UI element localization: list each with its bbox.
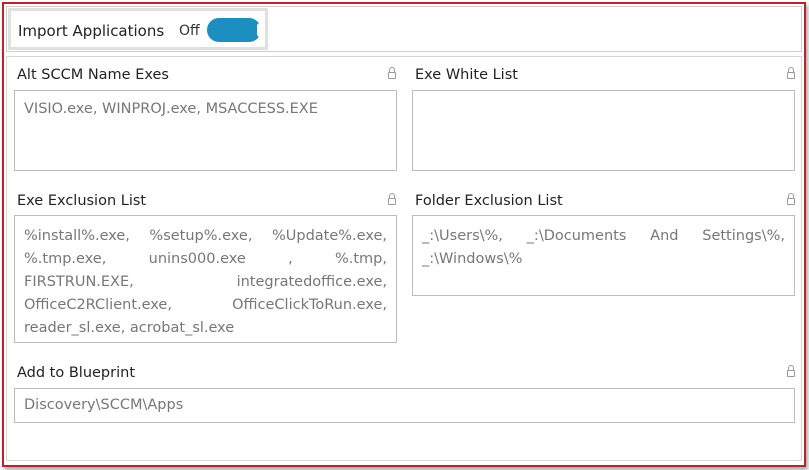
alt-sccm-name-exes-label: Alt SCCM Name Exes xyxy=(17,67,169,83)
lock-icon xyxy=(787,193,795,205)
folder-exclusion-list-input[interactable]: _:\Users\%, _:\Documents And Settings\%,… xyxy=(412,215,795,296)
import-applications-label: Import Applications xyxy=(18,22,165,40)
lock-icon xyxy=(388,193,396,205)
exe-exclusion-list-label: Exe Exclusion List xyxy=(17,193,147,209)
toggle-notch xyxy=(257,23,263,37)
exe-exclusion-list-input[interactable]: %install%.exe, %setup%.exe, %Update%.exe… xyxy=(14,215,397,343)
exe-white-list-input[interactable] xyxy=(412,90,795,171)
exe-white-list-label: Exe White List xyxy=(415,67,518,83)
add-to-blueprint-label: Add to Blueprint xyxy=(17,365,136,381)
alt-sccm-name-exes-input[interactable]: VISIO.exe, WINPROJ.exe, MSACCESS.EXE xyxy=(14,90,397,171)
import-applications-toggle-group: Import Applications Off xyxy=(8,8,268,50)
folder-exclusion-list-label: Folder Exclusion List xyxy=(415,193,563,209)
lock-icon xyxy=(787,365,795,377)
import-applications-toggle[interactable] xyxy=(207,18,263,42)
lock-icon xyxy=(388,67,396,79)
toggle-state-label: Off xyxy=(179,23,200,39)
add-to-blueprint-input[interactable]: Discovery\SCCM\Apps xyxy=(14,388,795,423)
lock-icon xyxy=(787,67,795,79)
